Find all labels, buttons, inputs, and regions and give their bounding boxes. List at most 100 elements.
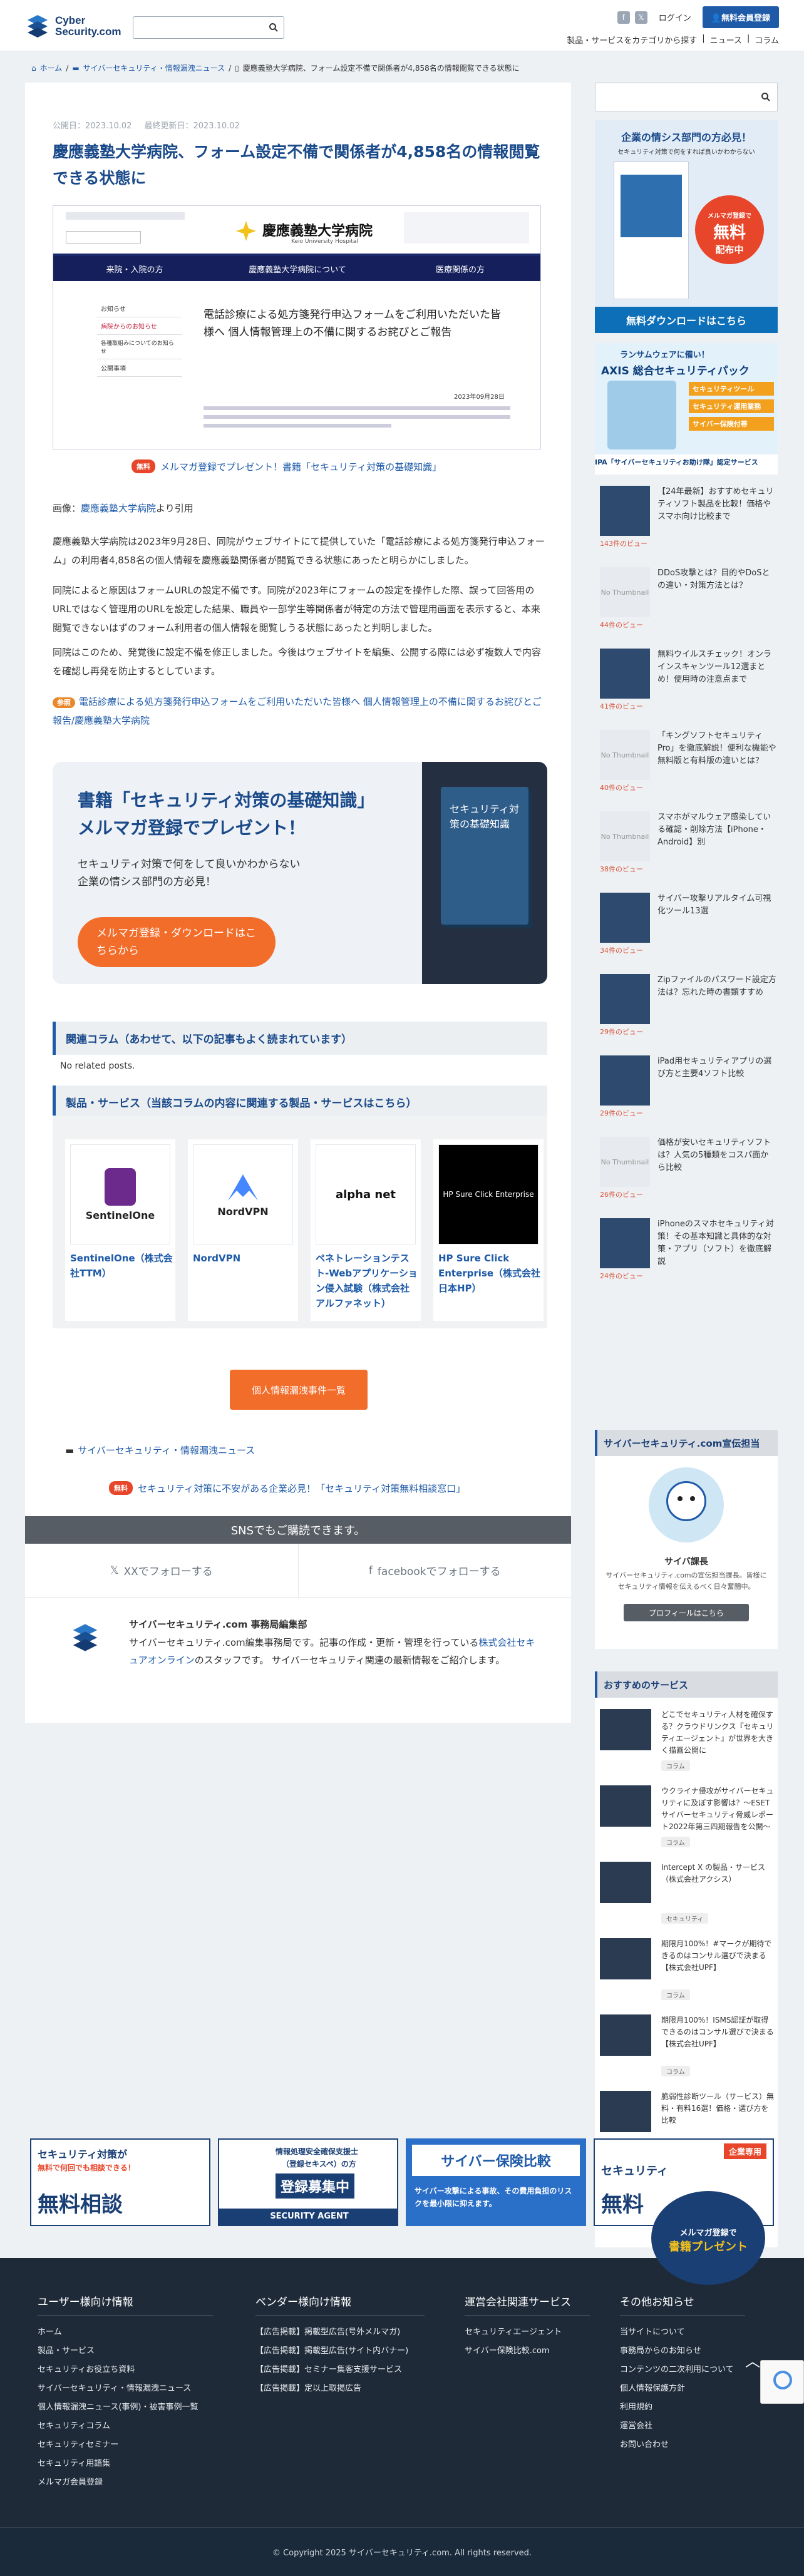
footer-link[interactable]: セキュリティコラム [38, 2417, 213, 2436]
product-name[interactable]: ペネトレーションテスト-Webアプリケーション侵入試験（株式会社アルファネット） [316, 1251, 418, 1311]
ranking-item[interactable]: 【24年最新】おすすめセキュリティソフト製品を比較！価格やスマホ向け比較まで 14… [595, 481, 778, 550]
ranking-thumbnail[interactable] [600, 649, 650, 699]
service-title[interactable]: 期限月100%！ISMS認証が取得できるのはコンサル選びで決まる【株式会社UPF… [661, 2014, 774, 2050]
footer-link[interactable]: セキュリティお役立ち資料 [38, 2361, 213, 2379]
ranking-title[interactable]: 価格が安いセキュリティソフトは？人気の5種類をコスパ面から比較 [657, 1137, 776, 1174]
ranking-item[interactable]: 無料ウイルスチェック！オンラインスキャンツール12選まとめ！使用時の注意点まで 4… [595, 644, 778, 712]
ranking-title[interactable]: 無料ウイルスチェック！オンラインスキャンツール12選まとめ！使用時の注意点まで [657, 649, 776, 686]
footer-link[interactable]: 【広告掲載】掲載型広告(サイト内バナー) [255, 2342, 425, 2361]
service-thumbnail[interactable] [600, 1862, 651, 1903]
service-thumbnail[interactable] [600, 1709, 651, 1750]
footer-link[interactable]: 個人情報漏洩ニュース(事例)・被害事例一覧 [38, 2398, 213, 2417]
footer-link[interactable]: 【広告掲載】セミナー集客支援サービス [255, 2361, 425, 2379]
footer-link[interactable]: ホーム [38, 2323, 213, 2342]
search-icon[interactable] [761, 92, 771, 102]
ranking-thumbnail[interactable] [600, 893, 650, 943]
product-card[interactable]: NordVPN NordVPN [188, 1139, 298, 1321]
ranking-thumbnail[interactable] [600, 1218, 650, 1268]
footer-link[interactable]: 【広告掲載】定以上取掲広告 [255, 2379, 425, 2398]
footer-link[interactable]: 利用規約 [620, 2398, 745, 2417]
ranking-item[interactable]: サイバー攻撃リアルタイム可視化ツール13選 34件のビュー [595, 888, 778, 957]
product-card[interactable]: SentinelOne SentinelOne（株式会社TTM） [65, 1139, 175, 1321]
reference-link[interactable]: 電話診療による処方箋発行申込フォームをご利用いただいた皆様へ 個人情報管理上の不… [53, 696, 542, 726]
promo-newsletter-1[interactable]: 無料 メルマガ登録でプレゼント！書籍「セキュリティ対策の基礎知識」 [131, 459, 441, 473]
recaptcha-badge[interactable] [760, 2360, 804, 2404]
footer-link[interactable]: 運営会社 [620, 2417, 745, 2436]
product-card[interactable]: HP Sure Click Enterprise HP Sure Click E… [433, 1139, 544, 1321]
service-thumbnail[interactable] [600, 1938, 651, 1979]
ranking-item[interactable]: Zipファイルのパスワード設定方法は？忘れた時の書類すすめ 29件のビュー [595, 969, 778, 1038]
promo-consult[interactable]: 無料 セキュリティ対策に不安がある企業必見！「セキュリティ対策無料相談窓口」 [109, 1481, 465, 1495]
nav-news[interactable]: ニュース [710, 34, 742, 46]
ranking-thumbnail[interactable]: No Thumbnail [600, 730, 650, 780]
footer-link[interactable]: コンテンツの二次利用について [620, 2361, 745, 2379]
footer-link[interactable]: セキュリティ用語集 [38, 2455, 213, 2473]
footer-link[interactable]: セキュリティエージェント [465, 2323, 590, 2342]
ranking-thumbnail[interactable] [600, 974, 650, 1024]
ranking-thumbnail[interactable]: No Thumbnail [600, 1137, 650, 1187]
service-item[interactable]: 期限月100%！#マークが期待できるのはコンサル選びで決まる【株式会社UPF】コ… [600, 1938, 778, 2013]
footer-link[interactable]: メルマガ会員登録 [38, 2473, 213, 2492]
service-title[interactable]: 期限月100%！#マークが期待できるのはコンサル選びで決まる【株式会社UPF】 [661, 1938, 774, 1974]
sidebar-search-input[interactable] [595, 83, 778, 111]
ranking-title[interactable]: 「キングソフトセキュリティPro」を徹底解説！便利な機能や無料版と有料版の違いと… [657, 730, 776, 767]
ranking-item[interactable]: No Thumbnail スマホがマルウェア感染している確認・削除方法【iPhon… [595, 806, 778, 875]
product-card[interactable]: alpha net ペネトレーションテスト-Webアプリケーション侵入試験（株式… [311, 1139, 421, 1321]
ranking-thumbnail[interactable]: No Thumbnail [600, 567, 650, 617]
ranking-item[interactable]: iPad用セキュリティアプリの選び方と主要4ソフト比較 29件のビュー [595, 1050, 778, 1119]
ranking-title[interactable]: サイバー攻撃リアルタイム可視化ツール13選 [657, 893, 776, 918]
ranking-title[interactable]: スマホがマルウェア感染している確認・削除方法【iPhone・Android】別 [657, 811, 776, 849]
promo-link[interactable]: セキュリティ対策に不安がある企業必見！「セキュリティ対策無料相談窓口」 [138, 1482, 465, 1495]
product-name[interactable]: NordVPN [193, 1251, 296, 1266]
footer-link[interactable]: 【広告掲載】掲載型広告(号外メルマガ) [255, 2323, 425, 2342]
follow-facebook-button[interactable]: f facebookでフォローする [299, 1544, 572, 1597]
axis-pack-ad[interactable]: ランサムウェアに備い！ AXIS 総合セキュリティパック セキュリティツール セ… [595, 343, 778, 475]
service-title[interactable]: どこでセキュリティ人材を確保する？クラウドリンクス『セキュリティエージェント』が… [661, 1709, 774, 1757]
footer-link[interactable]: セキュリティセミナー [38, 2436, 213, 2455]
source-link[interactable]: 慶應義塾大学病院 [81, 503, 156, 514]
service-item[interactable]: 期限月100%！ISMS認証が取得できるのはコンサル選びで決まる【株式会社UPF… [600, 2014, 778, 2090]
site-logo[interactable]: Cyber Security.com [25, 14, 121, 39]
ranking-item[interactable]: No Thumbnail 価格が安いセキュリティソフトは？人気の5種類をコスパ面か… [595, 1132, 778, 1201]
footer-link[interactable]: 事務局からのお知らせ [620, 2342, 745, 2361]
nav-column[interactable]: コラム [755, 34, 779, 46]
ranking-item[interactable]: iPhoneのスマホセキュリティ対策！その基本知識と具体的な対策・アプリ（ソフト… [595, 1213, 778, 1282]
ranking-title[interactable]: DDoS攻撃とは？目的やDoSとの違い・対策方法とは？ [657, 567, 776, 592]
profile-button[interactable]: プロフィールはこちら [624, 1604, 749, 1621]
product-name[interactable]: SentinelOne（株式会社TTM） [70, 1251, 173, 1281]
breadcrumb-home[interactable]: ホーム [40, 63, 63, 73]
floating-newsletter-ad[interactable]: メルマガ登録で 書籍プレゼント [651, 2191, 765, 2285]
footer-link[interactable]: 個人情報保護方針 [620, 2379, 745, 2398]
service-thumbnail[interactable] [600, 2014, 651, 2056]
x-icon[interactable]: 𝕏 [634, 11, 647, 24]
service-item[interactable]: Intercept X の製品・サービス（株式会社アクシス） セキュリティ [600, 1862, 778, 1937]
login-link[interactable]: ログイン [659, 11, 691, 23]
service-item[interactable]: どこでセキュリティ人材を確保する？クラウドリンクス『セキュリティエージェント』が… [600, 1709, 778, 1784]
ranking-title[interactable]: Zipファイルのパスワード設定方法は？忘れた時の書類すすめ [657, 974, 776, 999]
ranking-thumbnail[interactable]: No Thumbnail [600, 811, 650, 861]
ranking-title[interactable]: iPhoneのスマホセキュリティ対策！その基本知識と具体的な対策・アプリ（ソフト… [657, 1218, 776, 1268]
banner-free-consult[interactable]: セキュリティ対策が 無料で何回でも相談できる！ 無料相談 [30, 2138, 210, 2226]
search-icon[interactable] [269, 23, 279, 33]
ranking-title[interactable]: 【24年最新】おすすめセキュリティソフト製品を比較！価格やスマホ向け比較まで [657, 486, 776, 523]
footer-link[interactable]: サイバーセキュリティ・情報漏洩ニュース [38, 2379, 213, 2398]
ranking-title[interactable]: iPad用セキュリティアプリの選び方と主要4ソフト比較 [657, 1055, 776, 1080]
category-label[interactable]: サイバーセキュリティ・情報漏洩ニュース [78, 1444, 255, 1457]
promo-link[interactable]: メルマガ登録でプレゼント！書籍「セキュリティ対策の基礎知識」 [160, 460, 441, 473]
nav-products[interactable]: 製品・サービスをカテゴリから探す [567, 34, 697, 46]
book-download-button[interactable]: メルマガ登録・ダウンロードはこちらから [78, 917, 276, 967]
ranking-item[interactable]: No Thumbnail 「キングソフトセキュリティPro」を徹底解説！便利な機能… [595, 725, 778, 794]
service-title[interactable]: Intercept X の製品・サービス（株式会社アクシス） [661, 1862, 774, 1886]
footer-link[interactable]: お問い合わせ [620, 2436, 745, 2455]
ranking-thumbnail[interactable] [600, 486, 650, 536]
banner-security-agent[interactable]: 情報処理安全確保支援士 （登録セキスペ）の方 登録募集中 SECURITY AG… [218, 2138, 398, 2226]
product-name[interactable]: HP Sure Click Enterprise（株式会社 日本HP） [438, 1251, 541, 1296]
service-title[interactable]: 脆弱性診断ツール（サービス）無料・有料16選！価格・選び方を比較 [661, 2091, 774, 2127]
service-thumbnail[interactable] [600, 1785, 651, 1827]
ranking-item[interactable]: No Thumbnail DDoS攻撃とは？目的やDoSとの違い・対策方法とは？ 4… [595, 562, 778, 631]
footer-link[interactable]: 当サイトについて [620, 2323, 745, 2342]
banner-cyber-insurance[interactable]: サイバー保険比較 サイバー攻撃による事故、その費用負担のリスクを最小限に抑えます… [406, 2138, 586, 2226]
ad1-download-button[interactable]: 無料ダウンロードはこちら [595, 307, 778, 333]
follow-x-button[interactable]: 𝕏 XXでフォローする [25, 1544, 299, 1597]
footer-link[interactable]: 製品・サービス [38, 2342, 213, 2361]
